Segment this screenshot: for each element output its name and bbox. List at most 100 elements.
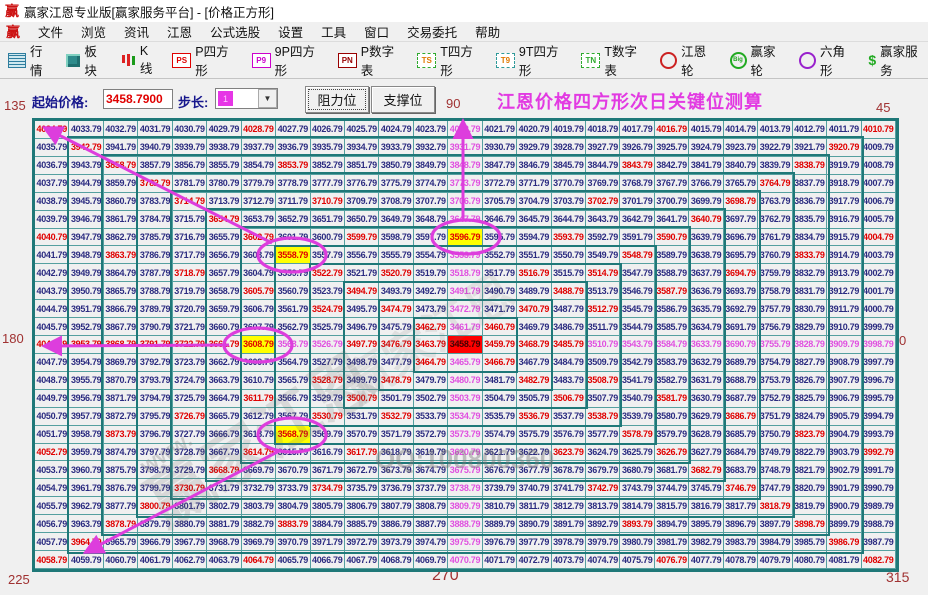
grid-cell: 3671.79 <box>311 461 345 479</box>
grid-cell: 4045.79 <box>35 318 69 336</box>
menu-item-交易委托[interactable]: 交易委托 <box>407 22 457 41</box>
support-button[interactable]: 支撑位 <box>371 86 435 113</box>
angle-label-45: 45 <box>876 100 890 115</box>
grid-cell: 3669.79 <box>242 461 276 479</box>
grid-cell: 3979.79 <box>586 533 620 551</box>
grid-cell: 3841.79 <box>689 157 723 175</box>
grid-cell: 3842.79 <box>655 157 689 175</box>
grid-cell: 3860.79 <box>104 193 138 211</box>
menu-item-文件[interactable]: 文件 <box>38 22 63 41</box>
grid-cell: 3578.79 <box>620 426 654 444</box>
grid-cell: 3902.79 <box>827 461 861 479</box>
grid-cell: 3897.79 <box>758 515 792 533</box>
menu-item-窗口[interactable]: 窗口 <box>364 22 389 41</box>
grid-cell: 3590.79 <box>655 229 689 247</box>
grid-cell: 3599.79 <box>345 229 379 247</box>
grid-cell: 3919.79 <box>827 157 861 175</box>
grid-cell: 3901.79 <box>827 479 861 497</box>
toolbar-label: P数字表 <box>361 41 404 79</box>
grid-cell: 3677.79 <box>517 461 551 479</box>
grid-cell: 3686.79 <box>724 408 758 426</box>
toolbar-item-赢家服务[interactable]: $赢家服务 <box>868 41 928 79</box>
toolbar-item-T数字表[interactable]: TNT数字表 <box>581 41 647 79</box>
grid-cell: 3757.79 <box>758 300 792 318</box>
toolbar-item-9T四方形[interactable]: T99T四方形 <box>496 41 568 79</box>
grid-cell: 3655.79 <box>207 229 241 247</box>
menu-item-设置[interactable]: 设置 <box>278 22 303 41</box>
grid-cell: 3996.79 <box>862 372 896 390</box>
ring-icon <box>799 52 816 69</box>
grid-cell: 4007.79 <box>862 175 896 193</box>
grid-cell: 3801.79 <box>173 497 207 515</box>
grid-cell: 3680.79 <box>620 461 654 479</box>
grid-cell: 3942.79 <box>69 139 103 157</box>
toolbar-label: T四方形 <box>440 41 483 79</box>
grid-cell: 3853.79 <box>276 157 310 175</box>
grid-cell: 3987.79 <box>862 533 896 551</box>
grid-cell: 3595.79 <box>483 229 517 247</box>
grid-cell: 3485.79 <box>552 336 586 354</box>
grid-cell: 3786.79 <box>138 246 172 264</box>
grid-cell: 3634.79 <box>689 318 723 336</box>
menu-item-公式选股[interactable]: 公式选股 <box>210 22 260 41</box>
step-dropdown[interactable]: 1 ▼ <box>215 88 278 109</box>
angle-label-135: 135 <box>4 98 26 113</box>
menu-item-工具[interactable]: 工具 <box>321 22 346 41</box>
toolbar-item-行情[interactable]: 行情 <box>8 41 53 79</box>
menu-item-江恩[interactable]: 江恩 <box>167 22 192 41</box>
grid-cell: 3492.79 <box>414 282 448 300</box>
toolbar-item-9P四方形[interactable]: P99P四方形 <box>252 41 325 79</box>
grid-cell: 3607.79 <box>242 318 276 336</box>
resistance-button[interactable]: 阻力位 <box>305 86 369 113</box>
grid-cell: 3591.79 <box>620 229 654 247</box>
chevron-down-icon[interactable]: ▼ <box>258 89 277 108</box>
menu-item-帮助[interactable]: 帮助 <box>475 22 500 41</box>
grid-cell: 3722.79 <box>173 336 207 354</box>
grid-cell: 3462.79 <box>414 318 448 336</box>
grid-cell: 4014.79 <box>724 121 758 139</box>
grid-cell: 3906.79 <box>827 390 861 408</box>
grid-cell: 4065.79 <box>276 551 310 569</box>
grid-cell: 3717.79 <box>173 246 207 264</box>
grid-cell: 3723.79 <box>173 354 207 372</box>
grid-cell: 3828.79 <box>793 336 827 354</box>
grid-cell: 3943.79 <box>69 157 103 175</box>
menu-item-资讯[interactable]: 资讯 <box>124 22 149 41</box>
grid-cell: 3856.79 <box>173 157 207 175</box>
toolbar-item-P数字表[interactable]: PNP数字表 <box>338 41 404 79</box>
grid-cell: 3651.79 <box>311 211 345 229</box>
grid-cell: 3861.79 <box>104 211 138 229</box>
grid-cell: 4031.79 <box>138 121 172 139</box>
grid-cell: 3974.79 <box>414 533 448 551</box>
toolbar-item-赢家轮[interactable]: Big赢家轮 <box>730 41 786 79</box>
badge-icon: PS <box>172 53 191 68</box>
grid-cell: 3632.79 <box>689 354 723 372</box>
grid-cell: 3898.79 <box>793 515 827 533</box>
grid-cell: 3896.79 <box>724 515 758 533</box>
grid-cell: 3526.79 <box>311 336 345 354</box>
grid-cell: 3838.79 <box>793 157 827 175</box>
toolbar-item-K线[interactable]: K线 <box>121 44 159 77</box>
grid-cell: 3770.79 <box>552 175 586 193</box>
grid-cell: 3873.79 <box>104 426 138 444</box>
grid-cell: 3988.79 <box>862 515 896 533</box>
grid-cell: 3951.79 <box>69 300 103 318</box>
grid-cell: 3957.79 <box>69 408 103 426</box>
toolbar-item-T四方形[interactable]: TST四方形 <box>417 41 483 79</box>
grid-cell: 3623.79 <box>552 444 586 462</box>
toolbar-item-板块[interactable]: 板块 <box>66 41 107 79</box>
grid-cell: 3556.79 <box>345 246 379 264</box>
grid-cell: 3831.79 <box>793 282 827 300</box>
toolbar-item-江恩轮[interactable]: 江恩轮 <box>660 41 716 79</box>
grid-cell: 3746.79 <box>724 479 758 497</box>
toolbar-item-P四方形[interactable]: PSP四方形 <box>172 41 238 79</box>
grid-cell: 3464.79 <box>414 354 448 372</box>
grid-cell: 3764.79 <box>758 175 792 193</box>
start-price-input[interactable] <box>103 89 173 109</box>
toolbar-item-六角形[interactable]: 六角形 <box>799 41 855 79</box>
grid-cell: 3673.79 <box>379 461 413 479</box>
grid-cell: 3980.79 <box>620 533 654 551</box>
grid-cell: 3502.79 <box>414 390 448 408</box>
grid-cell: 3490.79 <box>483 282 517 300</box>
menu-item-浏览[interactable]: 浏览 <box>81 22 106 41</box>
